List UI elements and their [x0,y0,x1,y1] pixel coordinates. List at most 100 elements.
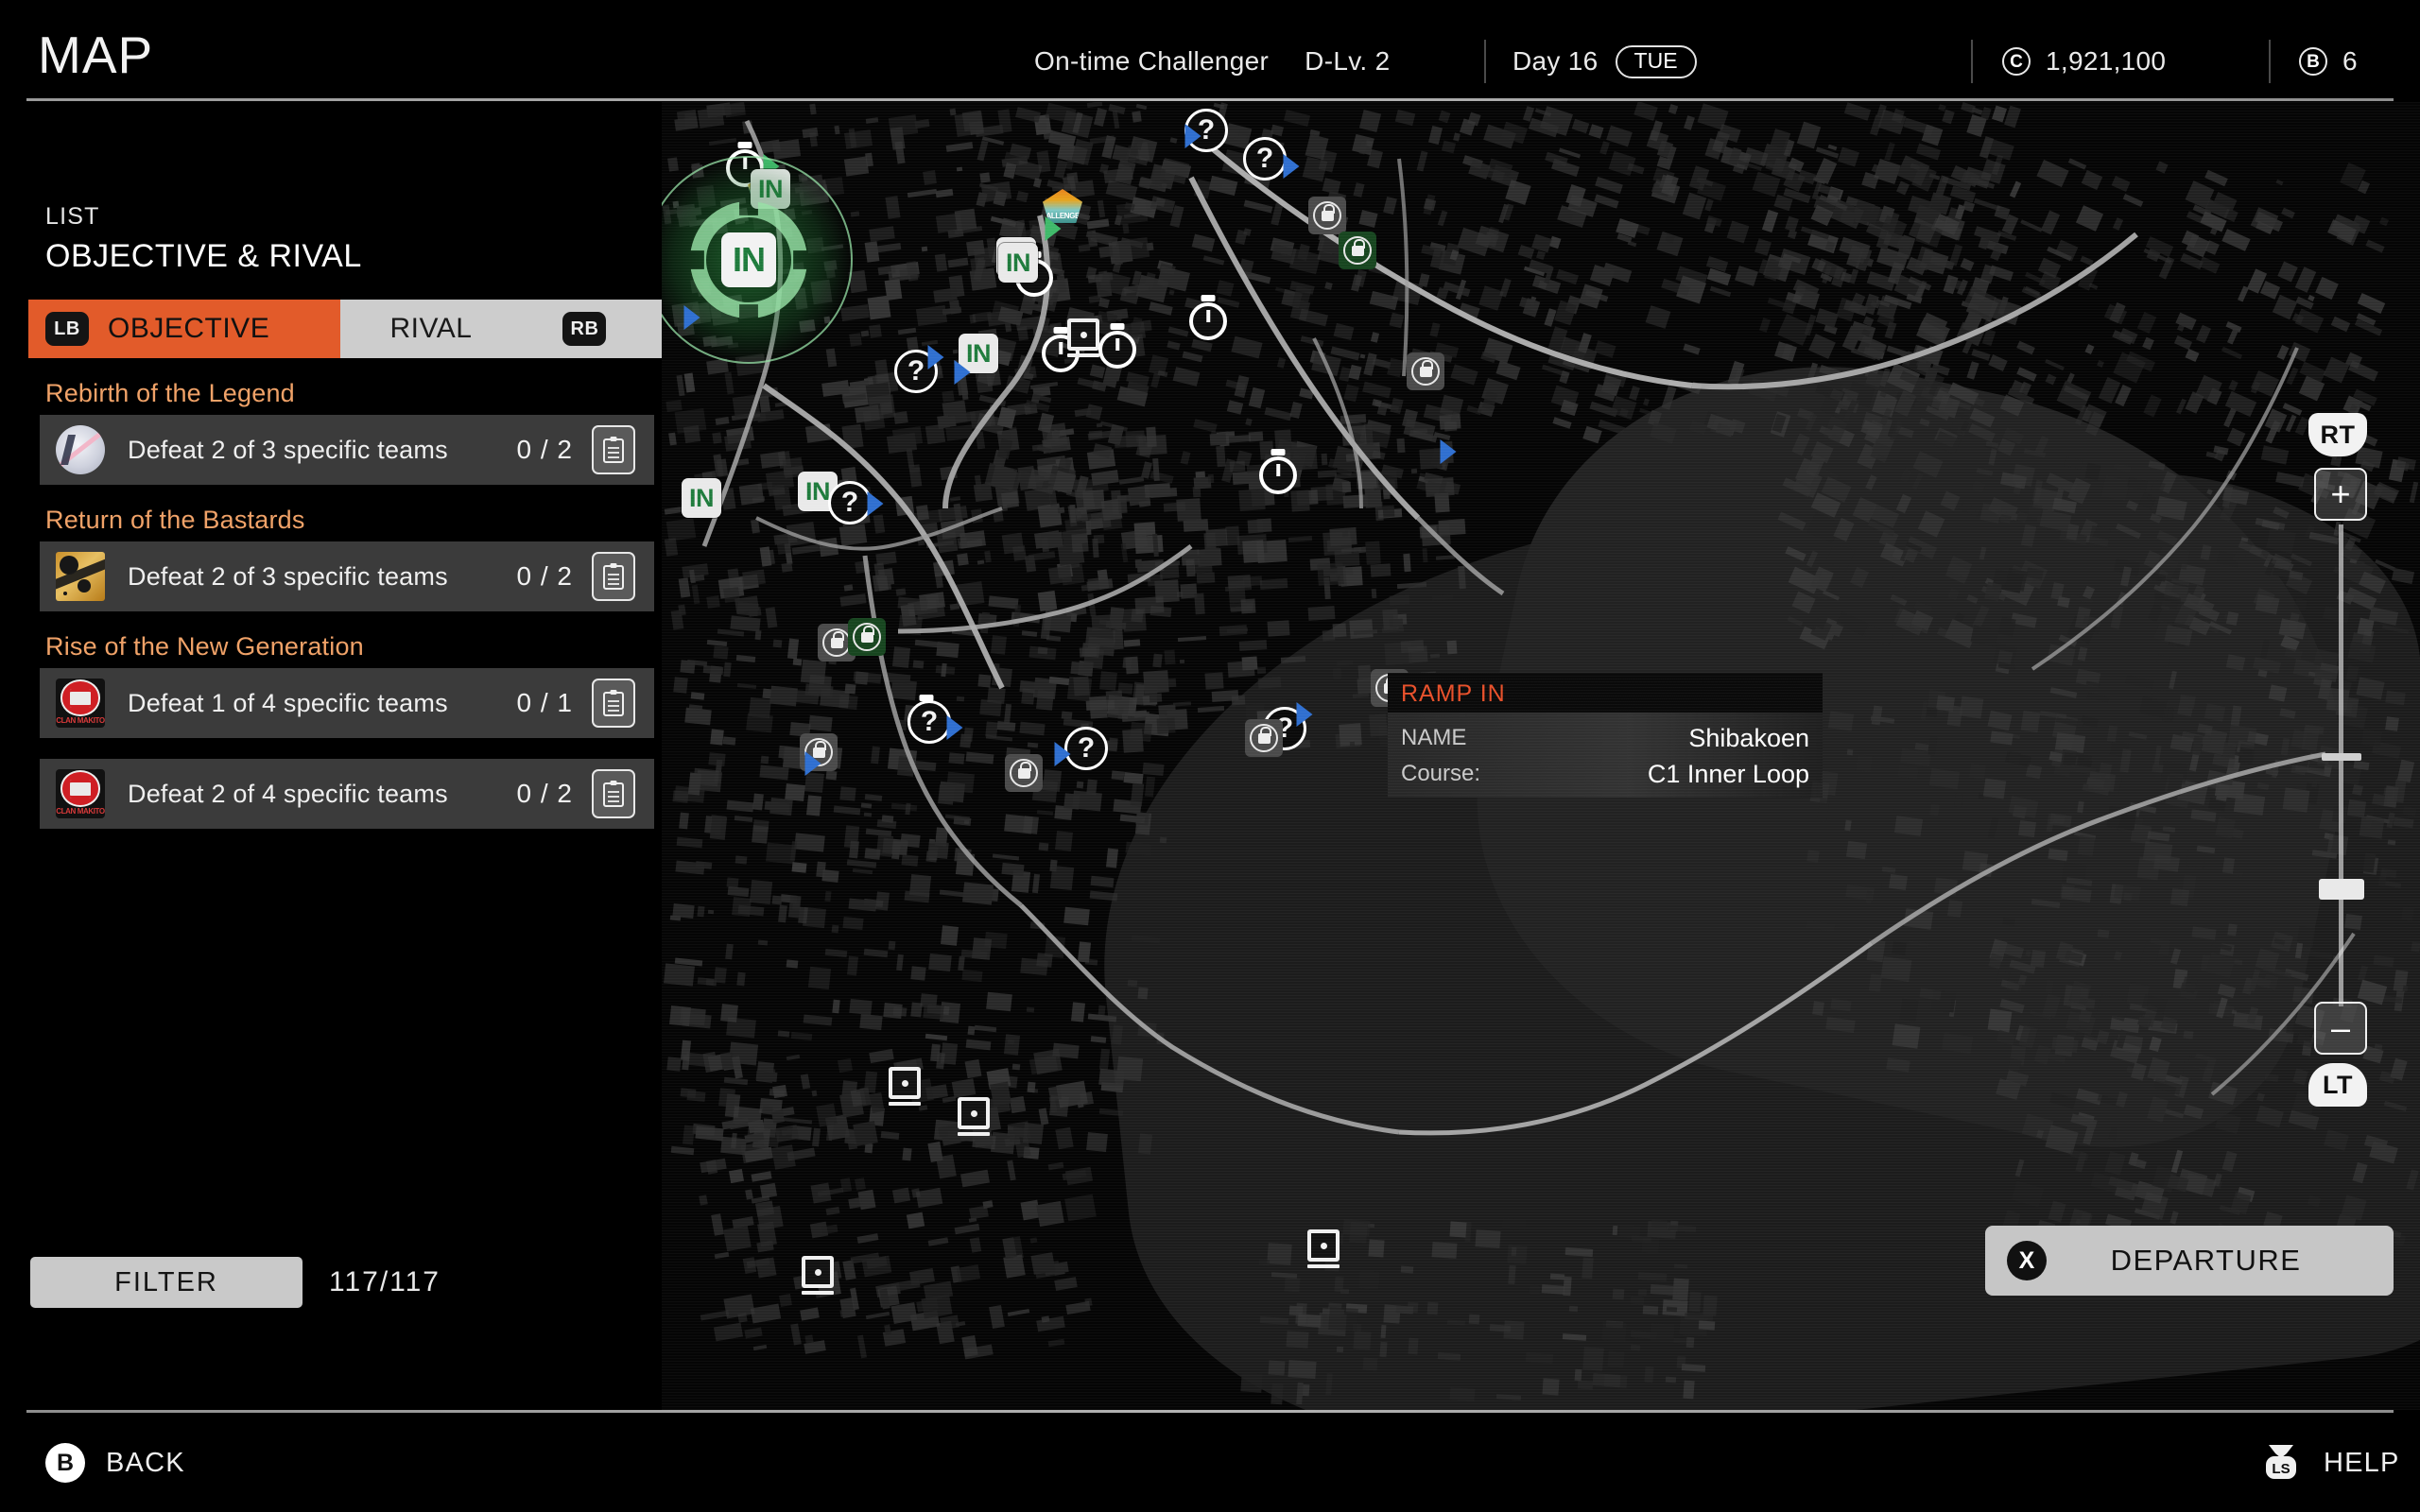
map-marker-question[interactable]: ? [1243,137,1287,180]
help-button[interactable]: LS HELP [2259,1443,2400,1483]
departure-button[interactable]: X DEPARTURE [1985,1226,2394,1296]
bp-value: 6 [2342,46,2358,76]
tab-objective[interactable]: LB OBJECTIVE [28,300,340,358]
map-marker-question[interactable]: ? [908,700,951,744]
help-label: HELP [2324,1447,2400,1478]
objective-row[interactable]: Defeat 2 of 3 specific teams 0 / 2 [40,541,654,611]
makito-emblem-label: CLAN MAKITO [56,715,105,725]
bp-group: B 6 [2299,42,2358,81]
header-divider-rule [26,98,2394,101]
bastards-emblem-icon [56,552,105,601]
credits-group: C 1,921,100 [2002,42,2166,81]
rt-trigger-icon[interactable]: RT [2308,413,2367,456]
map-marker-screen[interactable] [889,1067,921,1107]
clipboard-icon[interactable] [592,552,635,601]
info-panel-header: RAMP IN [1388,673,1823,713]
clipboard-icon[interactable] [592,679,635,728]
bp-icon: B [2299,47,2327,76]
objective-row[interactable]: Defeat 2 of 3 specific teams 0 / 2 [40,415,654,485]
map-marker-screen[interactable] [1067,318,1099,358]
map-marker-timer[interactable] [1189,302,1227,340]
info-panel-body: NAME Shibakoen Course: C1 Inner Loop [1388,713,1823,798]
map-marker-arrow [946,715,963,740]
clipboard-icon[interactable] [592,769,635,818]
footer-bar: B BACK LS HELP [0,1413,2420,1512]
tab-rival[interactable]: RIVAL RB [340,300,662,358]
day-counter: Day 16 [1512,46,1599,76]
header-day-group: Day 16 TUE [1512,42,1697,81]
map-marker-question[interactable]: ? [828,481,872,524]
list-kicker: LIST [45,203,100,230]
legend-emblem-icon [56,425,105,474]
map-marker-lock[interactable] [1245,719,1283,757]
map-marker-in[interactable]: IN [998,243,1038,283]
map-marker-timer[interactable] [1259,456,1297,494]
credits-icon: C [2002,47,2031,76]
objective-text: Defeat 2 of 3 specific teams [128,561,448,591]
map-marker-lock[interactable] [848,618,886,656]
clipboard-icon[interactable] [592,425,635,474]
page-title: MAP [38,26,154,84]
map-marker-screen[interactable] [958,1097,990,1137]
objective-progress: 0 / 2 [516,779,573,808]
info-panel-type: RAMP IN [1401,680,1506,707]
map-marker-lock[interactable] [1407,352,1444,390]
map-marker-garage[interactable] [806,1143,844,1189]
map-marker-lock[interactable] [1005,754,1043,792]
map-marker-arrow [1045,216,1062,241]
zoom-slider-handle[interactable] [2319,879,2364,900]
map-marker-arrow [683,305,700,330]
map-marker-lock[interactable] [1339,232,1376,269]
objective-text: Defeat 2 of 4 specific teams [128,779,448,808]
info-row-name: NAME Shibakoen [1401,720,1809,756]
tab-rival-label: RIVAL [389,313,473,344]
svg-text:LS: LS [2272,1461,2290,1477]
list-tabs: LB OBJECTIVE RIVAL RB [28,300,662,358]
objective-progress: 0 / 2 [516,435,573,464]
departure-label: DEPARTURE [2110,1244,2302,1277]
map-marker-timer[interactable] [1098,331,1136,369]
objective-group-title: Rebirth of the Legend [45,379,295,407]
header-status-group: On-time Challenger D-Lv. 2 [1034,42,1390,81]
objective-row[interactable]: CLAN MAKITO Defeat 1 of 4 specific teams… [40,668,654,738]
back-button[interactable]: B BACK [45,1443,185,1483]
filter-button[interactable]: FILTER [30,1257,302,1308]
map-marker-arrow [954,360,971,385]
objective-progress: 0 / 2 [516,561,573,591]
tab-objective-label: OBJECTIVE [108,313,270,344]
map-marker-arrow [1440,439,1457,464]
lb-bumper-icon: LB [45,312,89,346]
info-key: NAME [1401,725,1467,750]
lt-trigger-icon[interactable]: LT [2308,1063,2367,1107]
objective-row[interactable]: CLAN MAKITO Defeat 2 of 4 specific teams… [40,759,654,829]
ls-stick-icon: LS [2259,1443,2303,1483]
zoom-out-button[interactable]: – [2314,1002,2367,1055]
objective-text: Defeat 1 of 4 specific teams [128,688,448,717]
zoom-in-button[interactable]: + [2314,468,2367,521]
filter-count: 117/117 [329,1266,441,1297]
weekday-badge: TUE [1615,44,1697,78]
back-label: BACK [106,1447,185,1478]
map-marker-arrow [1296,702,1313,727]
map-marker-arrow [927,345,944,369]
makito-emblem-label: CLAN MAKITO [56,806,105,816]
list-title: OBJECTIVE & RIVAL [45,238,362,274]
map-marker-arrow [1283,154,1300,179]
map-marker-lock[interactable] [1308,197,1346,234]
header-divider-1 [1484,40,1486,83]
map-marker-in[interactable]: IN [682,478,721,518]
objective-text: Defeat 2 of 3 specific teams [128,435,448,464]
map-marker-screen[interactable] [802,1256,834,1296]
header-divider-3 [2269,40,2271,83]
map-marker-screen[interactable] [1307,1229,1340,1269]
header-divider-2 [1971,40,1973,83]
map-marker-question[interactable]: ? [1064,727,1108,770]
x-button-icon: X [2007,1241,2047,1280]
objective-group-title: Return of the Bastards [45,506,305,534]
info-row-course: Course: C1 Inner Loop [1401,756,1809,792]
zoom-slider-track[interactable] [2339,524,2343,1006]
difficulty-level: D-Lv. 2 [1305,46,1391,76]
zoom-slider-tick [2322,753,2361,761]
map-marker-arrow [867,491,884,516]
ramp-info-panel: RAMP IN NAME Shibakoen Course: C1 Inner … [1388,673,1823,798]
